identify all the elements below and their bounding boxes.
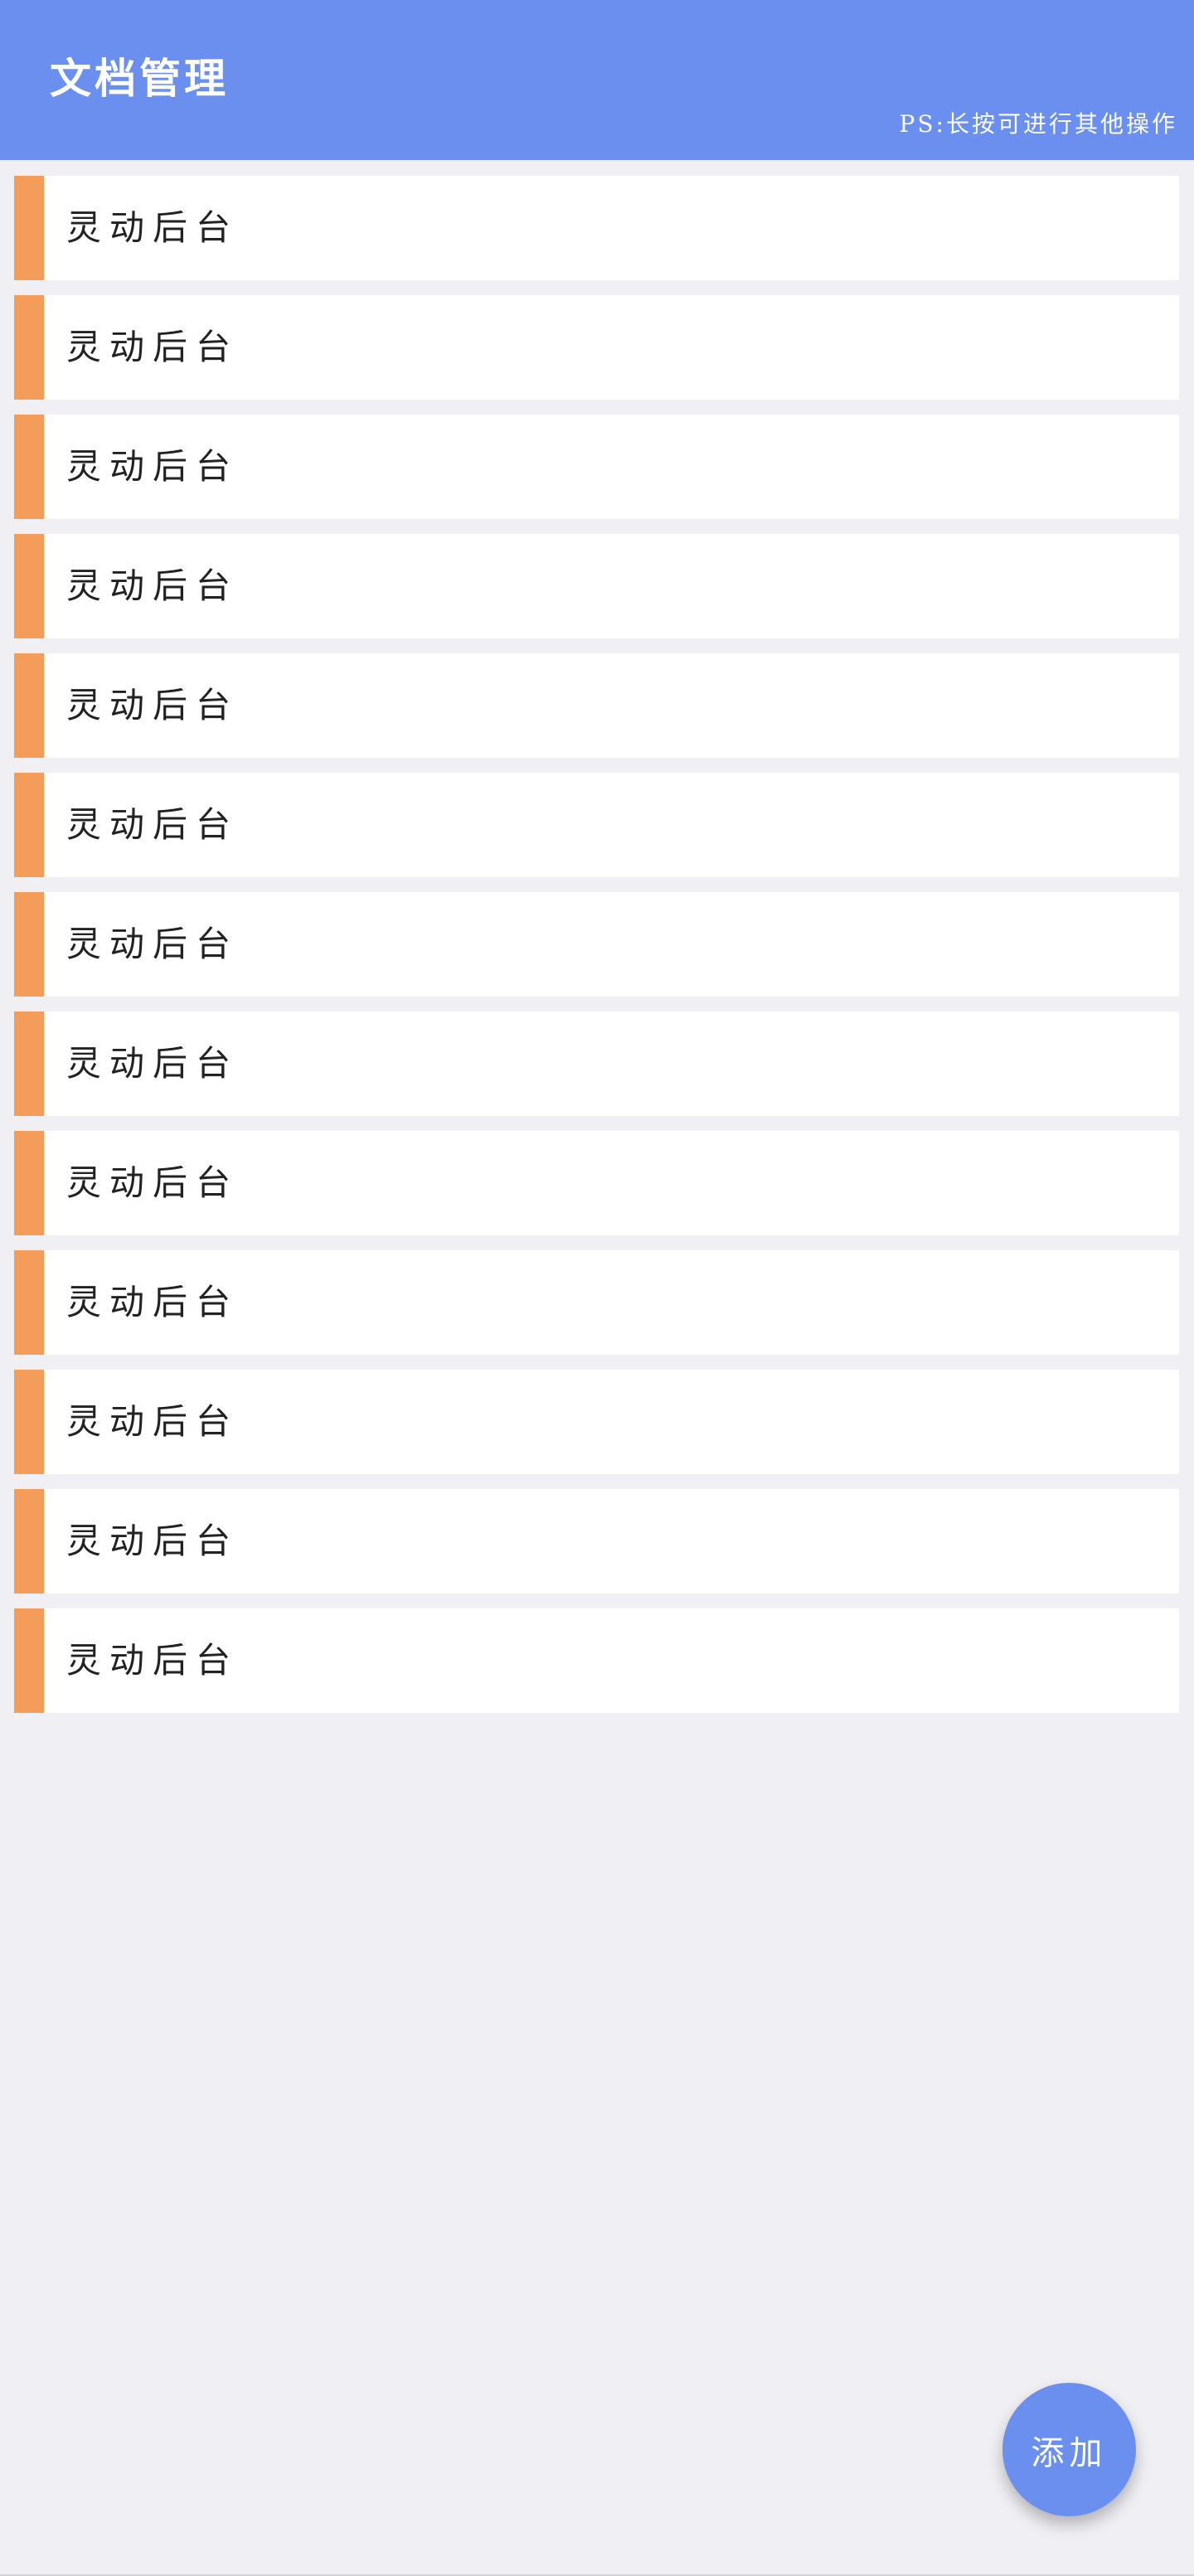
list-item[interactable]: 灵动后台 [14, 1011, 1179, 1116]
list-item[interactable]: 灵动后台 [14, 295, 1179, 400]
item-accent-bar [14, 415, 44, 519]
list-item-label: 灵动后台 [66, 446, 240, 487]
list-item-label: 灵动后台 [66, 1401, 240, 1442]
list-item[interactable]: 灵动后台 [14, 892, 1179, 997]
item-accent-bar [14, 1370, 44, 1474]
item-accent-bar [14, 892, 44, 997]
list-item[interactable]: 灵动后台 [14, 1250, 1179, 1355]
item-accent-bar [14, 1489, 44, 1594]
list-item-label: 灵动后台 [66, 1162, 240, 1203]
list-item-label: 灵动后台 [66, 924, 240, 964]
list-item[interactable]: 灵动后台 [14, 534, 1179, 638]
list-item[interactable]: 灵动后台 [14, 1131, 1179, 1235]
list-item-label: 灵动后台 [66, 1282, 240, 1322]
add-button[interactable]: 添加 [1002, 2383, 1136, 2516]
item-accent-bar [14, 176, 44, 280]
item-accent-bar [14, 534, 44, 638]
list-item-label: 灵动后台 [66, 1521, 240, 1561]
app-header: 文档管理 PS:长按可进行其他操作 [0, 0, 1194, 160]
list-item-label: 灵动后台 [66, 565, 240, 606]
list-item[interactable]: 灵动后台 [14, 176, 1179, 280]
list-item[interactable]: 灵动后台 [14, 653, 1179, 758]
list-item[interactable]: 灵动后台 [14, 773, 1179, 877]
list-item-label: 灵动后台 [66, 327, 240, 367]
item-accent-bar [14, 773, 44, 877]
list-item[interactable]: 灵动后台 [14, 1370, 1179, 1474]
list-item-label: 灵动后台 [66, 804, 240, 845]
item-accent-bar [14, 1250, 44, 1355]
page-title: 文档管理 [50, 54, 229, 103]
list-item[interactable]: 灵动后台 [14, 1489, 1179, 1594]
list-item-label: 灵动后台 [66, 207, 240, 248]
list-item[interactable]: 灵动后台 [14, 1608, 1179, 1713]
item-accent-bar [14, 1608, 44, 1713]
list-item-label: 灵动后台 [66, 1043, 240, 1084]
item-accent-bar [14, 295, 44, 400]
long-press-hint: PS:长按可进行其他操作 [899, 110, 1177, 138]
item-accent-bar [14, 1131, 44, 1235]
item-accent-bar [14, 1011, 44, 1116]
list-item-label: 灵动后台 [66, 685, 240, 725]
item-accent-bar [14, 653, 44, 758]
document-list: 灵动后台 灵动后台 灵动后台 灵动后台 灵动后台 灵动后台 灵动后台 灵动后台 灵动后台 灵动后台… [14, 176, 1179, 1728]
list-item-label: 灵动后台 [66, 1640, 240, 1681]
list-item[interactable]: 灵动后台 [14, 415, 1179, 519]
